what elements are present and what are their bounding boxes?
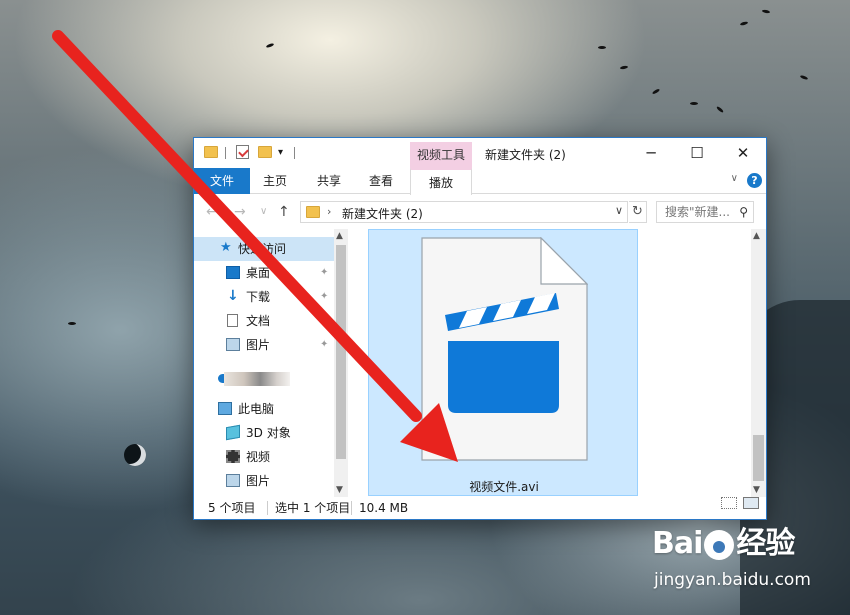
watermark-logo-left: Bai — [652, 526, 703, 561]
watermark-logo-right: 经验 — [736, 526, 795, 561]
paw-icon — [704, 529, 735, 560]
watermark-url: jingyan.baidu.com — [654, 570, 811, 590]
watermark-logo: Bai 经验 — [652, 518, 795, 562]
